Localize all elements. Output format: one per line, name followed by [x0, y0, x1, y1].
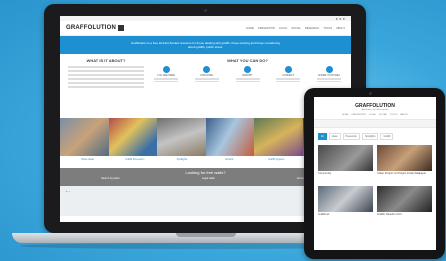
text-line [276, 78, 301, 80]
text-line [68, 66, 144, 68]
tab-all[interactable]: All [318, 133, 327, 140]
option-search-place[interactable]: Search by place [101, 177, 120, 180]
feature-label: SHARE YOUR IDEA [317, 74, 340, 77]
text-line [68, 86, 144, 88]
menu-item-local[interactable]: LOCAL [279, 27, 288, 30]
text-line [317, 78, 341, 80]
site-header: GRAFFOLUTION HOME PREVENTION LOCAL SOCIA… [60, 21, 351, 36]
tablet-menu-item[interactable]: PREVENTION [352, 114, 366, 116]
top-utility-bar: ● ● ● [60, 16, 351, 21]
map-zoom-controls[interactable]: + − [66, 189, 70, 193]
logo-wordmark: GRAFFOLUTION [66, 25, 117, 31]
photo-tile[interactable] [157, 118, 206, 156]
photo-caption[interactable]: Share ideas [64, 156, 111, 168]
content-card[interactable]: Graffiti: Results of Art [377, 186, 432, 223]
card-image [377, 186, 432, 212]
main-menu: HOME PREVENTION LOCAL SOCIAL RESEARCH TO… [246, 27, 345, 30]
text-line [317, 80, 341, 82]
card-caption: Graffiti art [318, 213, 330, 216]
laptop-camera [204, 9, 207, 12]
feature-item[interactable]: SHARE YOUR IDEA [315, 66, 343, 83]
text-line [68, 82, 144, 84]
tablet-menu-item[interactable]: LOCAL [369, 114, 376, 116]
text-line [194, 80, 219, 82]
tablet-camera [369, 92, 372, 95]
card-caption: Urban Project: Art Project inside Wallpa… [377, 172, 427, 175]
feature-label: REPORT [242, 74, 253, 77]
text-line [235, 80, 260, 82]
menu-item-prevention[interactable]: PREVENTION [258, 27, 275, 30]
tablet-menu-item[interactable]: TOOLS [390, 114, 397, 116]
tab-prevention[interactable]: Prevention [342, 133, 360, 140]
share-icon [325, 66, 333, 73]
social-icons: ● ● ● [335, 16, 345, 21]
card-image [318, 145, 373, 171]
feature-item[interactable]: REPORT [234, 66, 262, 83]
chat-icon [284, 66, 292, 73]
content-card[interactable]: Urban Project: Art Project inside Wallpa… [377, 145, 432, 182]
pin-icon [162, 66, 170, 73]
photo-tile[interactable] [60, 118, 109, 156]
compass-icon [203, 66, 211, 73]
about-column: WHAT IS IT ABOUT? [68, 58, 144, 118]
menu-item-home[interactable]: HOME [246, 27, 254, 30]
hero-banner: Graffolution is a free and EU-funded res… [60, 36, 351, 54]
tablet-screen: GRAFFOLUTION Awareness for urban graffit… [314, 97, 436, 250]
menu-item-research[interactable]: RESEARCH [305, 27, 319, 30]
photo-caption[interactable]: Spotlights [158, 156, 205, 168]
feature-label: DISCOVER [200, 74, 214, 77]
photo-tile[interactable] [254, 118, 303, 156]
logo-mark-icon [118, 25, 125, 31]
tablet-logo[interactable]: GRAFFOLUTION [314, 97, 436, 109]
content-card[interactable]: Community [318, 145, 373, 182]
text-line [68, 74, 144, 76]
card-image [318, 186, 373, 212]
feature-item[interactable]: DISCOVER [193, 66, 221, 83]
photo-caption[interactable]: Graffiti Prevention [111, 156, 158, 168]
option-legal-walls[interactable]: Legal walls [202, 177, 215, 180]
photo-tile[interactable] [108, 118, 157, 156]
tablet-filter-tabs: All Ideas Prevention Spotlights Graffiti [314, 128, 436, 143]
text-line [276, 80, 301, 82]
tablet-menu-item[interactable]: HOME [342, 114, 349, 116]
tab-ideas[interactable]: Ideas [328, 133, 341, 140]
tablet-menu: HOME PREVENTION LOCAL SOCIAL TOOLS ABOUT [314, 114, 436, 116]
menu-item-tools[interactable]: TOOLS [323, 27, 332, 30]
report-icon [244, 66, 251, 73]
text-line [154, 78, 178, 80]
text-line [68, 70, 144, 72]
feature-label: CONNECT [282, 74, 295, 77]
features-heading: WHAT YOU CAN DO? [227, 58, 268, 63]
site-logo[interactable]: GRAFFOLUTION [66, 25, 125, 31]
photo-caption[interactable]: Artwork [206, 156, 253, 168]
tab-graffiti[interactable]: Graffiti [380, 133, 394, 140]
photo-tile[interactable] [205, 118, 254, 156]
card-caption: Community [318, 172, 332, 175]
about-heading: WHAT IS IT ABOUT? [86, 58, 126, 63]
feature-list: YOU ARE HERE DISCOVER REPORT CONNECT SHA… [152, 66, 343, 83]
tablet-breadcrumb-bar [314, 119, 436, 128]
card-image [377, 145, 432, 171]
tablet-tagline: Awareness for urban graffiti [361, 109, 389, 111]
photo-caption[interactable]: Graffiti projects [253, 156, 300, 168]
feature-label: YOU ARE HERE [157, 74, 175, 77]
card-caption: Graffiti: Results of Art [377, 213, 402, 216]
text-line [68, 78, 144, 80]
text-line [194, 78, 219, 80]
tablet-menu-item[interactable]: SOCIAL [379, 114, 387, 116]
text-line [154, 80, 178, 82]
feature-item[interactable]: YOU ARE HERE [152, 66, 180, 83]
feature-item[interactable]: CONNECT [274, 66, 302, 83]
tablet-menu-item[interactable]: ABOUT [400, 114, 408, 116]
content-card[interactable]: Graffiti art [318, 186, 373, 223]
tab-spotlights[interactable]: Spotlights [361, 133, 379, 140]
tablet-card-grid: Community Urban Project: Art Project ins… [314, 143, 436, 225]
text-line [235, 78, 260, 80]
laptop-notch [176, 233, 236, 237]
menu-item-social[interactable]: SOCIAL [291, 27, 301, 30]
menu-item-about[interactable]: ABOUT [336, 27, 345, 30]
